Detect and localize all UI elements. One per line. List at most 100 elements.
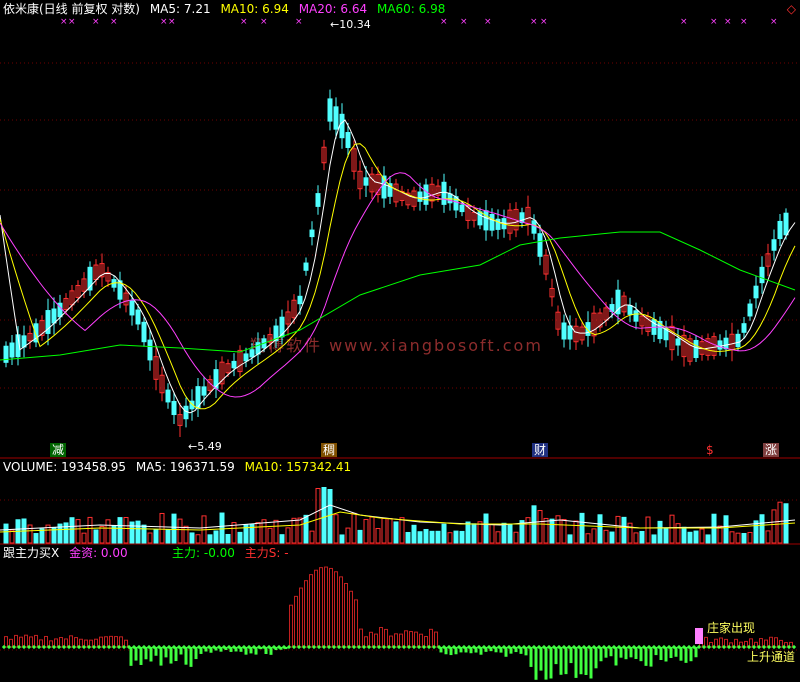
- indicator-bar-down: [174, 647, 178, 662]
- candle-body: [675, 338, 681, 346]
- volume-bar: [669, 514, 675, 544]
- indicator-bar-up: [384, 628, 388, 648]
- candle-body: [333, 106, 339, 130]
- volume-bar: [291, 517, 297, 544]
- indicator-bar-down: [194, 647, 198, 660]
- volume-bar: [609, 531, 615, 544]
- indicator-bar-down: [664, 647, 668, 662]
- volume-bar: [597, 514, 603, 544]
- indicator-bar-down: [634, 647, 638, 659]
- volume-bar: [123, 516, 129, 544]
- indicator-bar-up: [319, 567, 323, 648]
- volume-bar: [579, 512, 585, 544]
- indicator-bar-down: [134, 647, 138, 661]
- indicator-bar-down: [534, 647, 538, 680]
- volume-bar: [735, 532, 741, 544]
- volume-bar: [147, 532, 153, 544]
- volume-bar: [603, 529, 609, 544]
- candle-body: [9, 342, 15, 358]
- volume-bar: [693, 530, 699, 544]
- candle-body: [303, 262, 309, 271]
- indicator-bar-down: [674, 647, 678, 657]
- indicator-bar-up: [379, 626, 383, 648]
- ma5-line: [0, 119, 796, 414]
- indicator-bar-down: [694, 647, 698, 658]
- indicator-bar-up: [409, 631, 413, 648]
- signal-marker: ×: [540, 17, 548, 27]
- candle-body: [771, 239, 777, 251]
- volume-bar: [225, 533, 231, 544]
- indicator-bar-up: [394, 633, 398, 648]
- candle-body: [441, 181, 447, 205]
- volume-bar: [711, 513, 717, 544]
- indicator-bar-down: [164, 647, 168, 658]
- volume-bar: [399, 517, 405, 544]
- indicator-bar-up: [749, 638, 753, 648]
- candle-body: [135, 309, 141, 325]
- volume-bar: [393, 521, 399, 544]
- candle-body: [171, 400, 177, 416]
- volume-bar: [681, 526, 687, 544]
- volume-bar: [741, 532, 747, 544]
- indicator-bar-down: [599, 647, 603, 662]
- indicator-bar-up: [769, 636, 773, 648]
- volume-bar: [183, 525, 189, 544]
- volume-bar: [759, 514, 765, 544]
- indicator-bar-down: [504, 647, 508, 657]
- indicator-bar-down: [144, 647, 148, 660]
- signal-marker: ×: [680, 17, 688, 27]
- signal-block: [695, 628, 703, 644]
- volume-bar: [75, 519, 81, 544]
- volume-bar: [105, 519, 111, 544]
- indicator-bar-up: [329, 567, 333, 648]
- volume-bar: [195, 534, 201, 544]
- chart-canvas: × × × × × × × × × × × × × × × × × × ×: [0, 17, 800, 680]
- candle-body: [627, 305, 633, 315]
- indicator-bar-up: [419, 633, 423, 648]
- volume-bar: [357, 529, 363, 544]
- signal-marker: ×: [240, 17, 248, 27]
- volume-bar: [501, 522, 507, 544]
- volume-bar: [591, 528, 597, 544]
- indicator-bar-up: [299, 587, 303, 648]
- volume-bar: [87, 516, 93, 544]
- candle-body: [327, 98, 333, 122]
- signal-marker: ×: [160, 17, 168, 27]
- volume-bar: [345, 527, 351, 544]
- volume-bar: [483, 513, 489, 544]
- volume-bar: [633, 532, 639, 544]
- indicator-bar-up: [59, 637, 63, 648]
- candle-body: [315, 193, 321, 207]
- indicator-bar-down: [644, 647, 648, 666]
- signal-marker: ×: [740, 17, 748, 27]
- indicator-bar-down: [614, 647, 618, 666]
- indicator-bar-down: [584, 647, 588, 676]
- indicator-bar-up: [69, 635, 73, 648]
- volume-bar: [585, 533, 591, 544]
- indicator-bar-up: [119, 636, 123, 648]
- candle-body: [477, 211, 483, 226]
- candle-body: [423, 184, 429, 205]
- indicator-baseline-dot: [1, 644, 7, 650]
- candle-body: [201, 386, 207, 396]
- signal-marker: ×: [724, 17, 732, 27]
- volume-bar: [507, 523, 513, 544]
- volume-bar: [207, 534, 213, 544]
- volume-bar: [333, 514, 339, 544]
- signal-marker: ×: [440, 17, 448, 27]
- volume-bar: [387, 518, 393, 544]
- signal-marker: ×: [60, 17, 68, 27]
- ma10-line: [0, 143, 796, 410]
- signal-marker: ×: [460, 17, 468, 27]
- candle-body: [489, 214, 495, 231]
- candle-body: [759, 266, 765, 284]
- indicator-bar-up: [719, 637, 723, 648]
- volume-bar: [477, 521, 483, 544]
- volume-bar: [573, 520, 579, 544]
- indicator-bar-down: [569, 647, 573, 664]
- volume-bar: [297, 517, 303, 544]
- candle-body: [531, 220, 537, 234]
- indicator-bar-down: [659, 647, 663, 661]
- volume-bar: [699, 528, 705, 544]
- volume-bar: [117, 517, 123, 544]
